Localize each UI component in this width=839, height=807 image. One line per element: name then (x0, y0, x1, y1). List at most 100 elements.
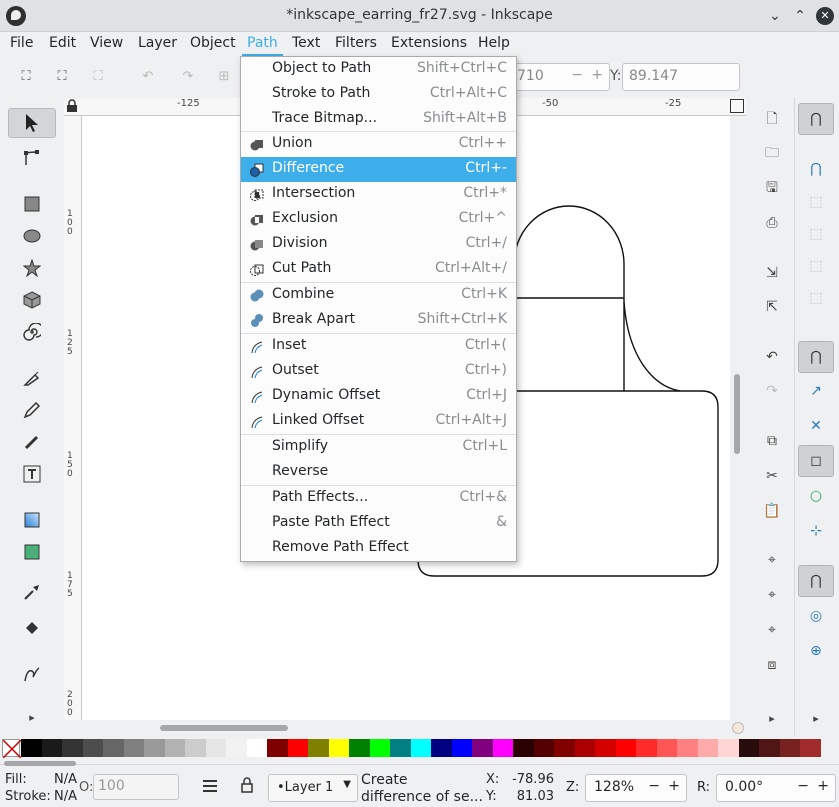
import-icon[interactable]: ⇲ (760, 261, 784, 285)
zoom-fit-icon[interactable] (730, 99, 744, 113)
no-paint-swatch[interactable] (2, 739, 22, 759)
rotate-plus-button[interactable]: + (817, 778, 829, 794)
menu-view[interactable]: View (85, 32, 128, 56)
more-snap-icon[interactable]: ▸ (798, 702, 834, 734)
x-increment-button[interactable]: + (591, 67, 603, 83)
selector-tool[interactable] (8, 108, 56, 138)
zoom-drawing-icon[interactable]: ⌖ (760, 583, 784, 607)
open-file-icon[interactable]: 🗀 (760, 142, 784, 166)
spiral-tool[interactable] (8, 317, 56, 347)
hamburger-menu-icon[interactable] (202, 779, 218, 793)
pencil-tool[interactable] (8, 395, 56, 425)
menu-item-exclusion[interactable]: Exclusion Ctrl+^ (241, 207, 516, 232)
zoom-selection-icon[interactable]: ⌖ (760, 548, 784, 572)
color-swatch[interactable] (718, 739, 739, 757)
text-tool[interactable] (8, 459, 56, 489)
x-coordinate-field[interactable]: 710 − + (510, 63, 610, 91)
gradient-tool[interactable] (8, 505, 56, 535)
color-swatch[interactable] (452, 739, 473, 757)
color-swatch[interactable] (226, 739, 247, 757)
menu-item-paste-path-effect[interactable]: Paste Path Effect & (241, 511, 516, 536)
snap-bbox-midpoint-icon[interactable]: ⬚ (798, 250, 834, 282)
3d-box-tool[interactable] (8, 285, 56, 315)
color-swatch[interactable] (616, 739, 637, 757)
color-swatch[interactable] (780, 739, 801, 757)
menu-edit[interactable]: Edit (44, 32, 81, 56)
rotate-minus-button[interactable]: − (797, 778, 809, 794)
more-tools-icon[interactable]: ▸ (8, 702, 56, 732)
color-swatch[interactable] (554, 739, 575, 757)
color-swatch[interactable] (472, 739, 493, 757)
print-icon[interactable]: ⎙ (760, 211, 784, 235)
color-swatch[interactable] (206, 739, 227, 757)
color-swatch[interactable] (636, 739, 657, 757)
color-swatch[interactable] (144, 739, 165, 757)
stroke-value[interactable]: N/A (54, 789, 77, 804)
snap-rotation-center-icon[interactable]: ⊕ (798, 635, 834, 667)
rotate-cw-icon[interactable]: ↷ (176, 64, 200, 88)
lock-guides-icon[interactable] (66, 99, 78, 112)
deselect-icon[interactable]: ⛶ (86, 64, 110, 88)
vertical-scrollbar[interactable] (730, 116, 746, 720)
rotation-field[interactable]: 0.00° − + (716, 774, 836, 802)
star-tool[interactable] (8, 253, 56, 283)
redo-icon[interactable]: ↷ (760, 379, 784, 403)
color-swatch[interactable] (800, 739, 821, 757)
color-swatch[interactable] (42, 739, 63, 757)
undo-icon[interactable]: ↶ (760, 345, 784, 369)
select-all-layers-icon[interactable]: ⛶ (50, 64, 74, 88)
menu-item-division[interactable]: Division Ctrl+/ (241, 232, 516, 257)
snap-bbox-center-icon[interactable]: ⬚ (798, 282, 834, 314)
color-swatch[interactable] (247, 739, 268, 757)
paste-icon[interactable]: 📋 (760, 499, 784, 523)
menu-text[interactable]: Text (287, 32, 325, 56)
color-swatch[interactable] (103, 739, 124, 757)
snap-path-icon[interactable]: ↗ (798, 375, 834, 407)
layer-lock-icon[interactable] (240, 776, 256, 794)
menu-item-stroke-to-path[interactable]: Stroke to Path Ctrl+Alt+C (241, 82, 516, 107)
palette-scroll-thumb[interactable] (4, 761, 76, 766)
menu-item-dynamic-offset[interactable]: Dynamic Offset Ctrl+J (241, 384, 516, 409)
color-swatch[interactable] (390, 739, 411, 757)
snap-toggle-icon[interactable]: ⋂ (798, 103, 834, 135)
menu-item-linked-offset[interactable]: Linked Offset Ctrl+Alt+J (241, 409, 516, 434)
snap-others-icon[interactable]: ⋂ (798, 565, 834, 597)
menu-item-trace-bitmap[interactable]: Trace Bitmap... Shift+Alt+B (241, 107, 516, 132)
snap-bbox-icon[interactable]: ⋂ (798, 153, 834, 185)
color-swatch[interactable] (267, 739, 288, 757)
save-icon[interactable]: 🖫 (760, 177, 784, 201)
color-swatch[interactable] (513, 739, 534, 757)
minimize-icon[interactable]: ⌄ (766, 7, 784, 25)
more-commands-icon[interactable]: ▸ (760, 706, 784, 730)
menu-item-combine[interactable]: Combine Ctrl+K (241, 283, 516, 308)
menu-item-remove-path-effect[interactable]: Remove Path Effect (241, 536, 516, 561)
menu-item-outset[interactable]: Outset Ctrl+) (241, 359, 516, 384)
color-swatch[interactable] (595, 739, 616, 757)
color-swatch[interactable] (308, 739, 329, 757)
menu-path[interactable]: Path (242, 32, 283, 56)
curve-line[interactable] (623, 301, 681, 392)
cut-icon[interactable]: ✂ (760, 464, 784, 488)
snap-smooth-nodes-icon[interactable]: ○ (798, 480, 834, 512)
color-swatch[interactable] (657, 739, 678, 757)
color-swatch[interactable] (165, 739, 186, 757)
menu-item-difference[interactable]: Difference Ctrl+- (241, 157, 516, 182)
paint-bucket-tool[interactable] (8, 613, 56, 643)
color-swatch[interactable] (185, 739, 206, 757)
zoom-in-button[interactable]: + (668, 778, 680, 794)
color-swatch[interactable] (493, 739, 514, 757)
close-icon[interactable]: ✕ (816, 7, 834, 25)
rectangle-tool[interactable] (8, 189, 56, 219)
snap-bbox-edge-icon[interactable]: ⬚ (798, 186, 834, 218)
snap-nodes-icon[interactable]: ⋂ (798, 341, 834, 373)
color-swatch[interactable] (534, 739, 555, 757)
node-tool[interactable] (8, 143, 56, 173)
color-swatch[interactable] (575, 739, 596, 757)
menu-item-cut-path[interactable]: Cut Path Ctrl+Alt+/ (241, 257, 516, 282)
menu-item-reverse[interactable]: Reverse (241, 460, 516, 485)
ellipse-tool[interactable] (8, 221, 56, 251)
mesh-tool[interactable] (8, 537, 56, 567)
snap-intersection-icon[interactable]: ✕ (798, 410, 834, 442)
color-swatch[interactable] (62, 739, 83, 757)
new-document-icon[interactable]: 🗋 (760, 108, 784, 132)
